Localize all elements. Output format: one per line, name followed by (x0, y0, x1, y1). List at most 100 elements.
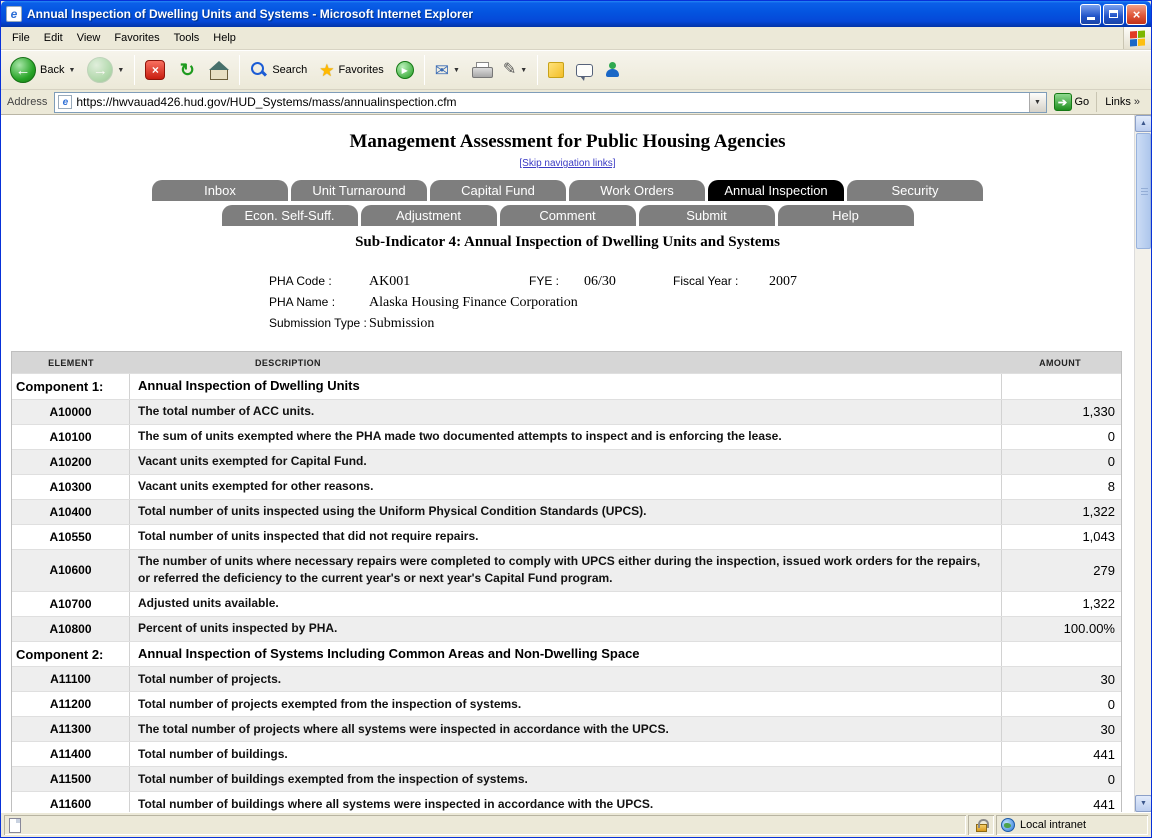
close-button[interactable]: × (1126, 4, 1147, 25)
tab-capital-fund[interactable]: Capital Fund (430, 180, 566, 201)
menu-item-edit[interactable]: Edit (37, 29, 70, 47)
tab-inbox[interactable]: Inbox (152, 180, 288, 201)
mail-button[interactable]: ✉ ▼ (430, 53, 465, 87)
table-row-a10700: A10700Adjusted units available.1,322 (12, 591, 1121, 616)
skip-navigation-link[interactable]: [Skip navigation links] (519, 158, 615, 169)
element-cell: A11300 (12, 717, 130, 741)
windows-logo-icon (1130, 30, 1145, 46)
amount-cell: 0 (1001, 425, 1121, 449)
journal-button[interactable] (543, 53, 569, 87)
windows-logo-panel (1123, 27, 1151, 49)
menu-item-favorites[interactable]: Favorites (107, 29, 166, 47)
mail-dropdown-icon[interactable]: ▼ (453, 67, 460, 74)
description-cell: Total number of buildings exempted from … (130, 767, 1001, 791)
tab-econ-self-suff[interactable]: Econ. Self-Suff. (222, 205, 358, 226)
refresh-button[interactable]: ↻ (172, 53, 202, 87)
inspection-table: ELEMENT DESCRIPTION AMOUNT Component 1:A… (11, 351, 1122, 812)
edit-dropdown-icon[interactable]: ▼ (520, 67, 527, 74)
tab-help[interactable]: Help (778, 205, 914, 226)
home-button[interactable] (204, 53, 234, 87)
search-label: Search (272, 64, 307, 76)
submission-type-label: Submission Type : (269, 316, 369, 330)
element-cell: A10000 (12, 400, 130, 424)
table-row-a10800: A10800Percent of units inspected by PHA.… (12, 616, 1121, 641)
fiscal-year-label: Fiscal Year : (673, 274, 769, 288)
tab-unit-turnaround[interactable]: Unit Turnaround (291, 180, 427, 201)
forward-button[interactable]: → ▼ (82, 53, 129, 87)
refresh-icon: ↻ (177, 60, 197, 80)
tab-security[interactable]: Security (847, 180, 983, 201)
description-cell: Percent of units inspected by PHA. (130, 617, 1001, 641)
forward-dropdown-icon[interactable]: ▼ (117, 67, 124, 74)
menu-item-file[interactable]: File (5, 29, 37, 47)
stop-button[interactable]: × (140, 53, 170, 87)
element-cell: A10300 (12, 475, 130, 499)
scroll-up-button[interactable]: ▲ (1135, 115, 1151, 132)
links-button[interactable]: Links » (1096, 92, 1148, 112)
journal-icon (548, 62, 564, 78)
element-cell: A10100 (12, 425, 130, 449)
inspection-table-body: Component 1:Annual Inspection of Dwellin… (12, 373, 1121, 812)
go-button[interactable]: ➔ Go (1047, 93, 1097, 111)
amount-cell: 441 (1001, 792, 1121, 812)
tab-comment[interactable]: Comment (500, 205, 636, 226)
description-cell: Adjusted units available. (130, 592, 1001, 616)
table-row-a10000: A10000The total number of ACC units.1,33… (12, 399, 1121, 424)
tab-submit[interactable]: Submit (639, 205, 775, 226)
pha-code-value: AK001 (369, 274, 529, 290)
address-dropdown-button[interactable]: ▼ (1029, 93, 1046, 112)
status-document-icon (9, 818, 21, 833)
element-cell: A11500 (12, 767, 130, 791)
table-row-a11500: A11500Total number of buildings exempted… (12, 766, 1121, 791)
discuss-button[interactable] (571, 53, 598, 87)
status-main-panel (4, 815, 966, 835)
tabs-row-1: InboxUnit TurnaroundCapital FundWork Ord… (1, 180, 1134, 201)
toolbar-separator (537, 55, 538, 85)
edit-pencil-icon: ✎ (503, 62, 516, 78)
scrollbar-thumb[interactable] (1136, 133, 1151, 249)
tabs-row-2: Econ. Self-Suff.AdjustmentCommentSubmitH… (1, 205, 1134, 226)
description-cell: Total number of buildings. (130, 742, 1001, 766)
favorites-label: Favorites (338, 64, 383, 76)
print-button[interactable] (467, 53, 496, 87)
tab-adjustment[interactable]: Adjustment (361, 205, 497, 226)
messenger-button[interactable] (600, 53, 626, 87)
ie-page-icon: e (6, 6, 22, 22)
back-dropdown-icon[interactable]: ▼ (68, 67, 75, 74)
amount-header: AMOUNT (1001, 358, 1121, 368)
element-cell: A10200 (12, 450, 130, 474)
description-cell: The total number of projects where all s… (130, 717, 1001, 741)
toolbar-separator (239, 55, 240, 85)
menu-item-help[interactable]: Help (206, 29, 243, 47)
search-button[interactable]: Search (245, 53, 312, 87)
address-input[interactable]: e https://hwvauad426.hud.gov/HUD_Systems… (54, 92, 1046, 113)
edit-button[interactable]: ✎ ▼ (498, 53, 532, 87)
description-cell: The sum of units exempted where the PHA … (130, 425, 1001, 449)
maximize-icon (1109, 10, 1118, 18)
pha-info-block: PHA Code : AK001 FYE : 06/30 Fiscal Year… (269, 274, 1134, 337)
table-row-component-2: Component 2:Annual Inspection of Systems… (12, 641, 1121, 667)
amount-cell (1001, 374, 1121, 399)
back-button[interactable]: ← Back ▼ (5, 53, 80, 87)
favorites-button[interactable]: ★ Favorites (314, 53, 389, 87)
table-row-a11400: A11400Total number of buildings.441 (12, 741, 1121, 766)
description-header: DESCRIPTION (130, 358, 1001, 368)
address-label: Address (4, 96, 54, 108)
tab-work-orders[interactable]: Work Orders (569, 180, 705, 201)
table-row-a10600: A10600The number of units where necessar… (12, 549, 1121, 591)
status-zone-panel: Local intranet (996, 815, 1148, 835)
media-button[interactable]: ▶ (391, 53, 419, 87)
element-cell: A11100 (12, 667, 130, 691)
amount-cell: 1,330 (1001, 400, 1121, 424)
tab-annual-inspection[interactable]: Annual Inspection (708, 180, 844, 201)
maximize-button[interactable] (1103, 4, 1124, 25)
vertical-scrollbar[interactable]: ▲ ▼ (1134, 115, 1151, 812)
element-cell: A10550 (12, 525, 130, 549)
scroll-down-button[interactable]: ▼ (1135, 795, 1151, 812)
menu-item-tools[interactable]: Tools (167, 29, 207, 47)
fye-value: 06/30 (584, 274, 673, 290)
status-lock-panel (968, 815, 994, 835)
menu-item-view[interactable]: View (70, 29, 108, 47)
minimize-button[interactable] (1080, 4, 1101, 25)
go-label: Go (1075, 96, 1090, 108)
